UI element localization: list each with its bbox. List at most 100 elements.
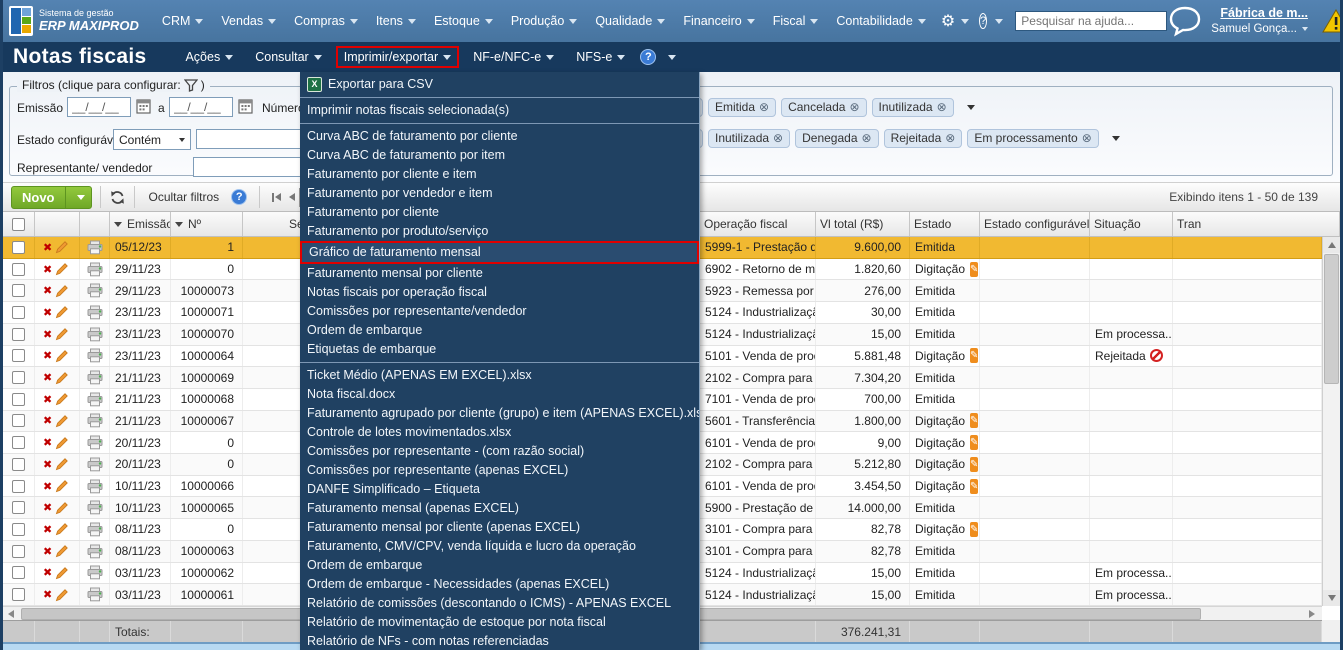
- row-checkbox[interactable]: [12, 284, 25, 298]
- estado-operator-select[interactable]: Contém: [113, 129, 191, 150]
- scroll-down-arrow[interactable]: [1323, 590, 1340, 606]
- filter-chip[interactable]: Denegada ⊗: [795, 128, 879, 148]
- edit-pencil-icon[interactable]: [55, 522, 69, 536]
- menu-item[interactable]: Ordem de embarque - Necessidades (apenas…: [300, 575, 699, 594]
- header-serie[interactable]: Série: [243, 212, 303, 236]
- row-checkbox[interactable]: [12, 327, 25, 341]
- print-icon[interactable]: [87, 392, 103, 407]
- calendar-icon[interactable]: [136, 98, 151, 114]
- print-icon[interactable]: [87, 565, 103, 580]
- top-menu-item[interactable]: Fiscal: [773, 14, 819, 28]
- edit-pencil-icon[interactable]: [55, 457, 69, 471]
- print-icon[interactable]: [87, 522, 103, 537]
- menu-item[interactable]: Controle de lotes movimentados.xlsx: [300, 423, 699, 442]
- menu-item[interactable]: Ordem de embarque: [300, 321, 699, 340]
- delete-icon[interactable]: ✖: [43, 393, 52, 406]
- print-icon[interactable]: [87, 370, 103, 385]
- row-checkbox[interactable]: [12, 240, 25, 254]
- header-vl-total[interactable]: Vl total (R$): [816, 212, 910, 236]
- menu-item[interactable]: Faturamento por produto/serviço: [300, 222, 699, 241]
- edit-pencil-icon[interactable]: [55, 501, 69, 515]
- chip-remove-icon[interactable]: ⊗: [945, 131, 955, 145]
- print-icon[interactable]: [87, 479, 103, 494]
- delete-icon[interactable]: ✖: [43, 458, 52, 471]
- print-icon[interactable]: [87, 348, 103, 363]
- print-icon[interactable]: [87, 500, 103, 515]
- edit-pencil-icon[interactable]: [55, 327, 69, 341]
- menu-item[interactable]: Curva ABC de faturamento por item: [300, 146, 699, 165]
- delete-icon[interactable]: ✖: [43, 241, 52, 254]
- company-link[interactable]: Fábrica de m...: [1211, 6, 1308, 22]
- vertical-scroll-thumb[interactable]: [1324, 254, 1339, 384]
- novo-button[interactable]: Novo: [11, 185, 92, 209]
- edit-pencil-icon[interactable]: [55, 262, 69, 276]
- menu-item[interactable]: Faturamento por vendedor e item: [300, 184, 699, 203]
- row-checkbox[interactable]: [12, 305, 25, 319]
- menu-item[interactable]: Etiquetas de embarque: [300, 340, 699, 359]
- chip-remove-icon[interactable]: ⊗: [759, 100, 769, 114]
- vertical-scrollbar[interactable]: [1322, 237, 1340, 606]
- digitacao-edit-icon[interactable]: ✎: [970, 348, 979, 364]
- top-menu-item[interactable]: Produção: [511, 14, 578, 28]
- row-checkbox[interactable]: [12, 371, 25, 385]
- chevron-down-icon[interactable]: [995, 18, 1004, 24]
- print-icon[interactable]: [87, 457, 103, 472]
- warning-icon[interactable]: [1322, 8, 1343, 34]
- help-circle-icon[interactable]: ?: [979, 13, 988, 29]
- scroll-up-arrow[interactable]: [1323, 237, 1340, 253]
- chevron-down-icon[interactable]: [668, 54, 677, 60]
- row-checkbox[interactable]: [12, 436, 25, 450]
- row-checkbox[interactable]: [12, 414, 25, 428]
- top-menu-item[interactable]: CRM: [162, 14, 204, 28]
- menu-item[interactable]: Curva ABC de faturamento por cliente: [300, 127, 699, 146]
- filter-chip[interactable]: Em processamento ⊗: [967, 128, 1099, 148]
- delete-icon[interactable]: ✖: [43, 501, 52, 514]
- top-menu-item[interactable]: Contabilidade: [836, 14, 926, 28]
- row-checkbox[interactable]: [12, 262, 25, 276]
- chip-remove-icon[interactable]: ⊗: [862, 131, 872, 145]
- prev-page-button[interactable]: [289, 193, 296, 201]
- filter-chip[interactable]: Inutilizada ⊗: [708, 128, 791, 148]
- delete-icon[interactable]: ✖: [43, 588, 52, 601]
- header-operacao[interactable]: Operação fiscal: [700, 212, 816, 236]
- print-icon[interactable]: [87, 544, 103, 559]
- menu-item[interactable]: Nota fiscal.docx: [300, 385, 699, 404]
- menu-item[interactable]: Faturamento agrupado por cliente (grupo)…: [300, 404, 699, 423]
- delete-icon[interactable]: ✖: [43, 328, 52, 341]
- digitacao-edit-icon[interactable]: ✎: [970, 521, 979, 537]
- row-checkbox[interactable]: [12, 566, 25, 580]
- row-checkbox[interactable]: [12, 392, 25, 406]
- user-menu[interactable]: Samuel Gonça...: [1211, 22, 1297, 36]
- menu-item[interactable]: Faturamento mensal por cliente (apenas E…: [300, 518, 699, 537]
- emissao-from-input[interactable]: [67, 97, 131, 117]
- delete-icon[interactable]: ✖: [43, 436, 52, 449]
- delete-icon[interactable]: ✖: [43, 263, 52, 276]
- print-icon[interactable]: [87, 262, 103, 277]
- menu-item[interactable]: Relatório de comissões (descontando o IC…: [300, 594, 699, 613]
- filters-legend[interactable]: Filtros (clique para configurar: ): [17, 78, 210, 92]
- edit-pencil-icon[interactable]: [55, 371, 69, 385]
- menu-item[interactable]: Comissões por representante (apenas EXCE…: [300, 461, 699, 480]
- menu-item[interactable]: Faturamento por cliente e item: [300, 165, 699, 184]
- chip-dropdown-button[interactable]: [959, 97, 979, 117]
- row-checkbox[interactable]: [12, 457, 25, 471]
- top-menu-item[interactable]: Qualidade: [595, 14, 666, 28]
- menu-item[interactable]: Imprimir notas fiscais selecionada(s): [300, 101, 699, 120]
- row-checkbox[interactable]: [12, 522, 25, 536]
- digitacao-edit-icon[interactable]: ✎: [970, 435, 979, 451]
- scroll-left-arrow[interactable]: [3, 607, 19, 621]
- row-checkbox[interactable]: [12, 501, 25, 515]
- header-estado[interactable]: Estado: [910, 212, 980, 236]
- edit-pencil-icon[interactable]: [55, 284, 69, 298]
- estado-configuravel-input[interactable]: [196, 129, 302, 149]
- emissao-to-input[interactable]: [169, 97, 233, 117]
- edit-pencil-icon[interactable]: [55, 392, 69, 406]
- chip-remove-icon[interactable]: ⊗: [773, 131, 783, 145]
- menu-item[interactable]: Gráfico de faturamento mensal: [300, 241, 699, 264]
- header-emissao[interactable]: Emissão: [110, 212, 171, 236]
- edit-pencil-icon[interactable]: [55, 414, 69, 428]
- novo-dropdown[interactable]: [64, 186, 91, 208]
- menu-item[interactable]: Ticket Médio (APENAS EM EXCEL).xlsx: [300, 366, 699, 385]
- print-icon[interactable]: [87, 240, 103, 255]
- edit-pencil-icon[interactable]: [55, 305, 69, 319]
